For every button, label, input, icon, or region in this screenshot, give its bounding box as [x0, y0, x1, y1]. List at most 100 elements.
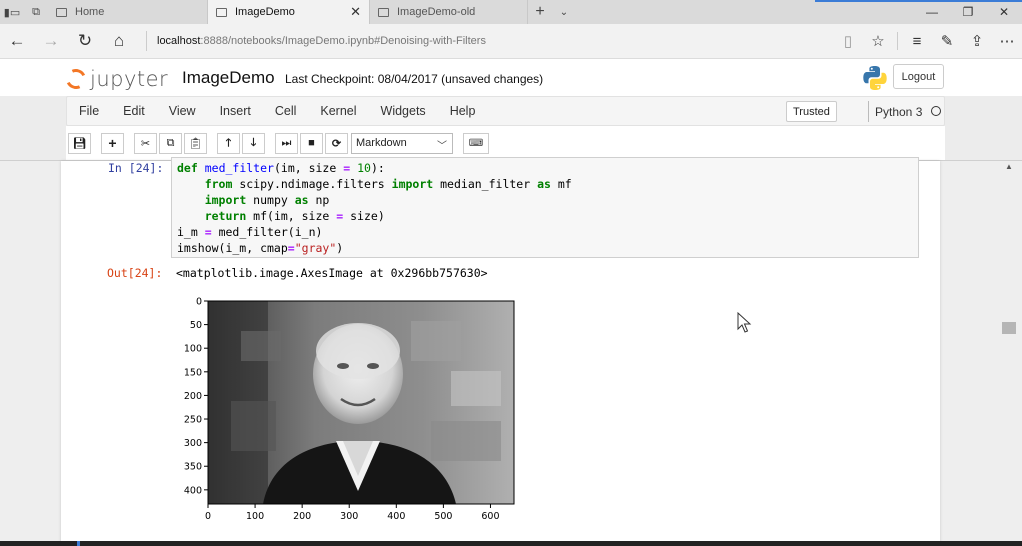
- x-tick-label: 400: [387, 511, 405, 522]
- menu-file[interactable]: File: [67, 104, 111, 118]
- separator: [897, 32, 898, 50]
- tab-label: ImageDemo-old: [397, 6, 476, 18]
- copy-icon[interactable]: ⧉: [159, 132, 182, 154]
- chevron-down-icon: ﹀: [437, 140, 447, 152]
- page-icon: [56, 7, 67, 17]
- notebook-menubar: File Edit View Insert Cell Kernel Widget…: [66, 96, 945, 126]
- y-tick-label: 350: [184, 462, 202, 473]
- scroll-up-icon[interactable]: ▲: [1005, 162, 1013, 171]
- x-tick-label: 200: [293, 511, 311, 522]
- tab-label: Home: [75, 6, 105, 18]
- scrollbar-thumb[interactable]: [1002, 322, 1016, 334]
- tab-imagedemo-old[interactable]: ImageDemo-old: [370, 0, 528, 24]
- browser-window: ▮▭ ⧉ Home ImageDemo ✕ ImageDemo-old + ⌄ …: [0, 0, 1022, 546]
- back-icon[interactable]: ←: [0, 31, 34, 51]
- web-note-icon[interactable]: ✎: [932, 32, 962, 50]
- paste-icon[interactable]: 📋︎: [184, 132, 207, 154]
- home-icon[interactable]: ⌂: [102, 31, 136, 51]
- checkpoint-status: Last Checkpoint: 08/04/2017 (unsaved cha…: [285, 72, 544, 86]
- hub-icon[interactable]: ≡: [902, 33, 932, 50]
- code-text: def med_filter(im, size = 10): from scip…: [177, 161, 572, 255]
- favorite-star-icon[interactable]: ☆: [863, 32, 893, 50]
- progress-marker: [77, 541, 80, 546]
- menu-view[interactable]: View: [157, 104, 208, 118]
- python-logo-icon: [863, 66, 887, 90]
- mouse-pointer-icon: [737, 312, 752, 333]
- address-actions: ▯ ☆ ≡ ✎ ⇪ ⋯: [833, 32, 1022, 50]
- menu-cell[interactable]: Cell: [263, 104, 309, 118]
- x-axis: 0 100 200 300 400 500 600: [205, 504, 500, 522]
- image-content: [208, 301, 514, 504]
- restart-icon[interactable]: ⟳: [325, 132, 348, 154]
- kernel-name: Python 3: [868, 101, 922, 122]
- notebook-toolbar: 💾︎ + ✂ ⧉ 📋︎ 🡑 🡓 ⏭︎ ■ ⟳ Markdown ﹀ ⌨: [66, 126, 945, 160]
- y-tick-label: 400: [184, 485, 202, 496]
- y-tick-label: 150: [184, 367, 202, 378]
- x-tick-label: 500: [434, 511, 452, 522]
- minimize-icon[interactable]: —: [914, 0, 950, 24]
- trusted-indicator[interactable]: Trusted: [786, 101, 837, 122]
- kernel-idle-icon: [931, 106, 941, 116]
- new-tab-icon[interactable]: +: [528, 0, 552, 24]
- menu-help[interactable]: Help: [438, 104, 488, 118]
- input-prompt: In [24]:: [108, 161, 164, 175]
- close-tab-icon[interactable]: ✕: [350, 4, 361, 20]
- y-tick-label: 0: [196, 297, 202, 308]
- notebook-title[interactable]: ImageDemo: [182, 68, 275, 88]
- image-plot: 0 100 200 300 400 500 600 0 50 100 150 200 250 300 35…: [184, 297, 515, 522]
- tab-imagedemo[interactable]: ImageDemo ✕: [208, 0, 370, 24]
- logout-button[interactable]: Logout: [893, 64, 944, 89]
- y-tick-label: 250: [184, 415, 202, 426]
- jupyter-logo-text: jupyter: [90, 67, 169, 91]
- output-text: <matplotlib.image.AxesImage at 0x296bb75…: [176, 266, 488, 280]
- command-palette-keyboard-icon[interactable]: ⌨: [463, 132, 489, 154]
- cell-type-select[interactable]: Markdown ﹀: [351, 132, 453, 154]
- page-icon: [378, 7, 389, 17]
- bottom-bar: [0, 541, 1022, 546]
- accent-line: [815, 0, 1022, 2]
- tab-actions-icon[interactable]: ▮▭: [0, 0, 24, 24]
- jupyter-logo-icon: [63, 66, 89, 92]
- stop-icon[interactable]: ■: [300, 132, 323, 154]
- jupyter-logo[interactable]: jupyter: [63, 66, 169, 92]
- menu-widgets[interactable]: Widgets: [369, 104, 438, 118]
- run-icon[interactable]: ⏭︎: [275, 132, 298, 154]
- x-tick-label: 0: [205, 511, 211, 522]
- tab-label: ImageDemo: [235, 6, 295, 18]
- restore-icon[interactable]: ❐: [950, 0, 986, 24]
- menu-kernel[interactable]: Kernel: [308, 104, 368, 118]
- notebook-area: In [24]: def med_filter(im, size = 10): …: [0, 157, 1022, 546]
- cut-icon[interactable]: ✂: [134, 132, 157, 154]
- menu-edit[interactable]: Edit: [111, 104, 157, 118]
- tab-preview-chevron-icon[interactable]: ⌄: [552, 0, 576, 24]
- x-tick-label: 600: [481, 511, 499, 522]
- code-cell-editor[interactable]: def med_filter(im, size = 10): from scip…: [171, 157, 919, 258]
- menu-insert[interactable]: Insert: [208, 104, 263, 118]
- refresh-icon[interactable]: ↻: [68, 31, 102, 51]
- window-controls: — ❐ ✕: [914, 0, 1022, 24]
- save-icon[interactable]: 💾︎: [68, 132, 91, 154]
- close-window-icon[interactable]: ✕: [986, 0, 1022, 24]
- move-down-icon[interactable]: 🡓: [242, 132, 265, 154]
- y-tick-label: 100: [184, 344, 202, 355]
- reading-view-icon[interactable]: ▯: [833, 32, 863, 50]
- url-field[interactable]: localhost:8888/notebooks/ImageDemo.ipynb…: [146, 31, 486, 51]
- y-axis: 0 50 100 150 200 250 300 350 400: [184, 297, 208, 496]
- move-up-icon[interactable]: 🡑: [217, 132, 240, 154]
- notebook-page: In [24]: def med_filter(im, size = 10): …: [61, 157, 940, 546]
- y-tick-label: 50: [190, 320, 202, 331]
- forward-icon[interactable]: →: [34, 31, 68, 51]
- share-icon[interactable]: ⇪: [962, 32, 992, 50]
- vertical-scrollbar[interactable]: ▲: [998, 160, 1022, 546]
- y-tick-label: 200: [184, 391, 202, 402]
- more-icon[interactable]: ⋯: [992, 32, 1022, 50]
- x-tick-label: 100: [246, 511, 264, 522]
- page-icon: [216, 7, 227, 17]
- set-tabs-aside-icon[interactable]: ⧉: [24, 0, 48, 24]
- tab-home[interactable]: Home: [48, 0, 208, 24]
- insert-cell-icon[interactable]: +: [101, 132, 124, 154]
- url-host: localhost: [157, 35, 201, 47]
- x-tick-label: 300: [340, 511, 358, 522]
- address-bar: ← → ↻ ⌂ localhost:8888/notebooks/ImageDe…: [0, 24, 1022, 59]
- jupyter-header: jupyter ImageDemo Last Checkpoint: 08/04…: [0, 59, 1022, 96]
